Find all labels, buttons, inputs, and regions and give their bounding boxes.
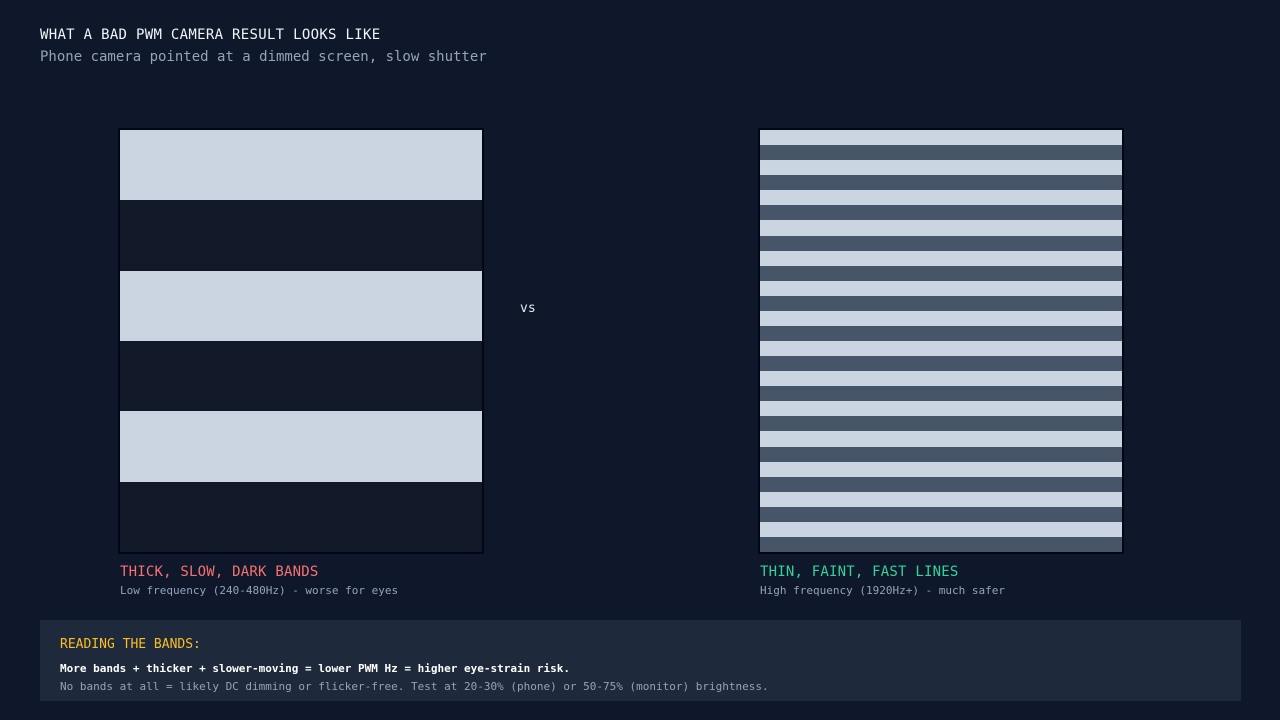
dark-band	[760, 537, 1122, 552]
page-title: WHAT A BAD PWM CAMERA RESULT LOOKS LIKE	[40, 27, 381, 43]
low-frequency-band-panel	[118, 128, 484, 554]
light-band	[760, 190, 1122, 205]
high-frequency-band-panel	[758, 128, 1124, 554]
high-frequency-subtitle: High frequency (1920Hz+) - much safer	[760, 584, 1006, 597]
dark-band	[760, 507, 1122, 522]
light-band	[120, 130, 482, 200]
light-band	[760, 371, 1122, 386]
light-band	[760, 431, 1122, 447]
vs-label: vs	[520, 301, 536, 316]
info-title: READING THE BANDS:	[60, 637, 201, 652]
light-band	[760, 281, 1122, 296]
page-subtitle: Phone camera pointed at a dimmed screen,…	[40, 49, 487, 65]
dark-band	[760, 477, 1122, 492]
dark-band	[760, 386, 1122, 401]
light-band	[760, 130, 1122, 145]
low-frequency-subtitle: Low frequency (240-480Hz) - worse for ey…	[120, 584, 399, 597]
dark-band	[760, 296, 1122, 311]
dark-band	[760, 416, 1122, 431]
light-band	[760, 160, 1122, 175]
low-frequency-title: THICK, SLOW, DARK BANDS	[120, 564, 319, 580]
dark-band	[760, 175, 1122, 190]
dark-band	[760, 236, 1122, 251]
light-band	[760, 492, 1122, 507]
dark-band	[760, 145, 1122, 160]
light-band	[760, 341, 1122, 356]
info-line-secondary: No bands at all = likely DC dimming or f…	[60, 680, 769, 693]
light-band	[760, 401, 1122, 416]
light-band	[760, 251, 1122, 266]
info-line-primary: More bands + thicker + slower-moving = l…	[60, 662, 570, 675]
light-band	[760, 462, 1122, 477]
dark-band	[760, 447, 1122, 462]
dark-band	[760, 356, 1122, 371]
dark-band	[120, 200, 482, 271]
light-band	[760, 522, 1122, 537]
light-band	[120, 411, 482, 482]
page: WHAT A BAD PWM CAMERA RESULT LOOKS LIKE …	[0, 0, 1280, 720]
dark-band	[760, 266, 1122, 281]
light-band	[760, 311, 1122, 326]
dark-band	[760, 326, 1122, 341]
dark-band	[120, 482, 482, 552]
light-band	[120, 271, 482, 341]
dark-band	[120, 341, 482, 411]
high-frequency-title: THIN, FAINT, FAST LINES	[760, 564, 959, 580]
light-band	[760, 220, 1122, 236]
reading-the-bands-box: READING THE BANDS: More bands + thicker …	[40, 620, 1241, 701]
dark-band	[760, 205, 1122, 220]
